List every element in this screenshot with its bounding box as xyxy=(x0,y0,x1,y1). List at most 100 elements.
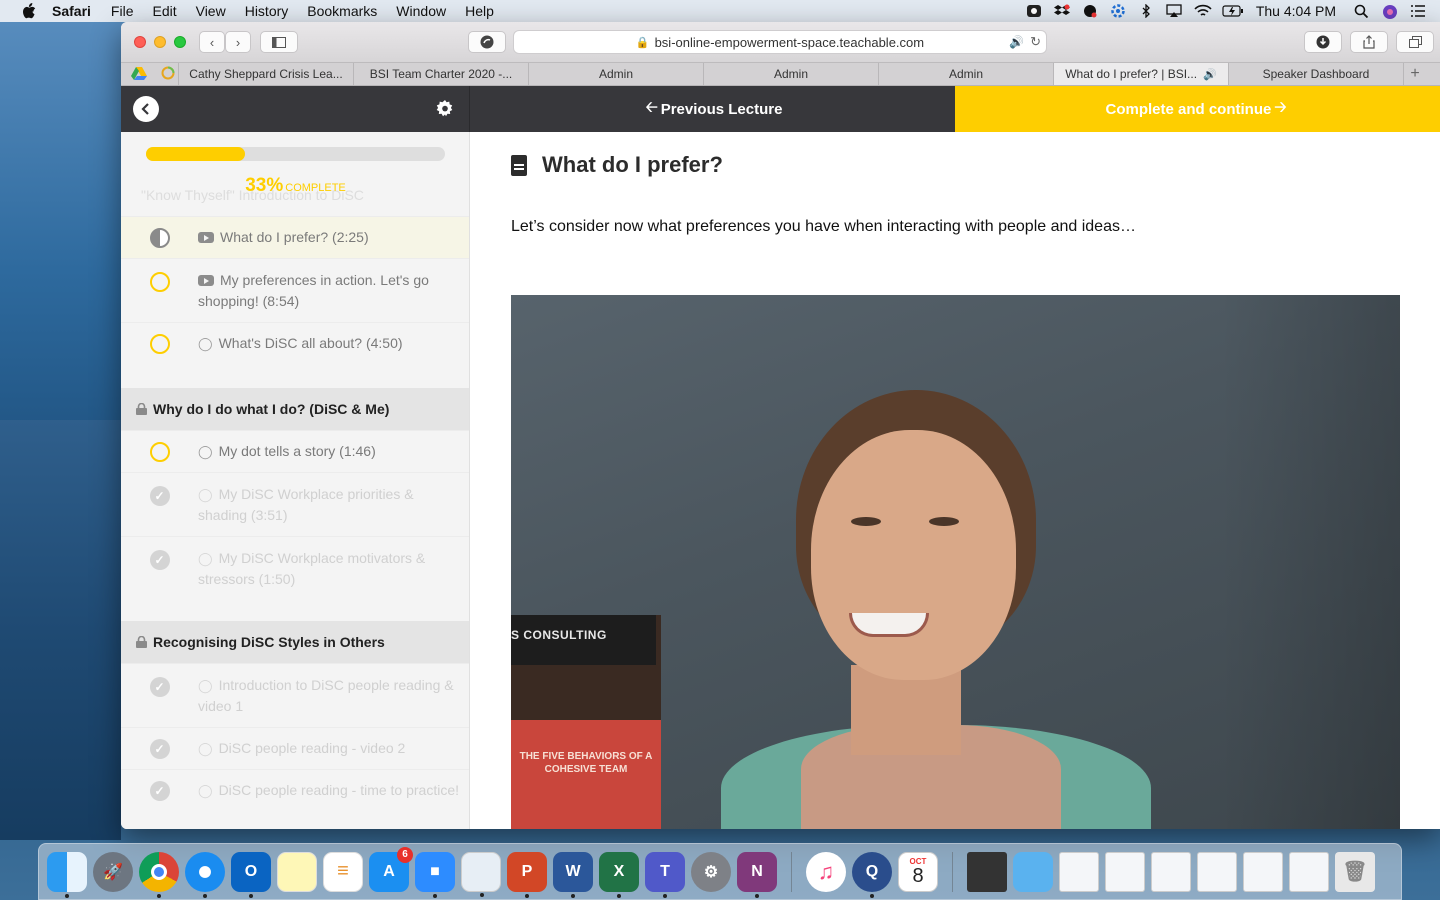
reminders-icon[interactable]: ≡ xyxy=(323,851,363,892)
tab-what-do-i-prefer[interactable]: What do I prefer? | BSI... 🔊 xyxy=(1054,63,1229,85)
word-icon[interactable]: W xyxy=(553,851,593,898)
tab-speaker-dashboard[interactable]: Speaker Dashboard xyxy=(1229,63,1404,85)
lesson-item[interactable]: My preferences in action. Let's go shopp… xyxy=(121,258,469,322)
system-preferences-icon[interactable]: ⚙ xyxy=(691,851,731,892)
previous-lecture-label: Previous Lecture xyxy=(660,100,783,118)
menu-clock[interactable]: Thu 4:04 PM xyxy=(1256,3,1336,19)
tab-team-charter[interactable]: BSI Team Charter 2020 -... xyxy=(354,63,529,85)
previous-lecture-button[interactable]: 🡠 Previous Lecture xyxy=(470,86,955,132)
dropbox-icon[interactable] xyxy=(1053,4,1070,18)
safari-icon[interactable] xyxy=(185,851,225,898)
lesson-item[interactable]: ✓ ◯ My DiSC Workplace priorities & shadin… xyxy=(121,472,469,536)
gear-icon[interactable] xyxy=(436,100,454,118)
book-cover-text: THE FIVE BEHAVIORS OF A COHESIVE TEAM xyxy=(519,751,653,775)
minimized-window-thumbnail[interactable] xyxy=(1151,851,1191,892)
forward-button[interactable]: › xyxy=(225,31,251,53)
powerpoint-icon[interactable]: P xyxy=(507,851,547,898)
spotlight-search-icon[interactable] xyxy=(1354,4,1370,19)
loading-icon[interactable] xyxy=(161,66,175,83)
menu-help[interactable]: Help xyxy=(465,3,494,19)
tab-admin-1[interactable]: Admin xyxy=(529,63,704,85)
lesson-item[interactable]: ✓ ◯ My DiSC Workplace motivators & stress… xyxy=(121,536,469,600)
menu-window[interactable]: Window xyxy=(396,3,446,19)
settings-sync-icon[interactable] xyxy=(1110,4,1126,18)
back-button[interactable]: ‹ xyxy=(199,31,225,53)
lesson-item[interactable]: What do I prefer? (2:25) xyxy=(121,216,469,258)
tab-cathy-sheppard[interactable]: Cathy Sheppard Crisis Lea... xyxy=(179,63,354,85)
tab-overview-button[interactable] xyxy=(1396,31,1434,53)
extension-icon xyxy=(480,35,494,49)
lesson-item[interactable]: ◯ What's DiSC all about? (4:50) xyxy=(121,322,469,364)
quicktime-icon[interactable]: Q xyxy=(852,851,892,898)
airplay-icon[interactable] xyxy=(1166,4,1182,18)
chevron-right-icon: › xyxy=(235,34,241,50)
chevron-left-icon xyxy=(141,103,149,115)
preview-icon[interactable] xyxy=(461,851,501,897)
menu-file[interactable]: File xyxy=(111,3,134,19)
lesson-item[interactable]: ✓ ◯ DiSC people reading - time to practic… xyxy=(121,769,469,811)
menu-view[interactable]: View xyxy=(196,3,226,19)
downloads-button[interactable] xyxy=(1304,31,1342,53)
tab-admin-3[interactable]: Admin xyxy=(879,63,1054,85)
outlook-icon[interactable]: O xyxy=(231,851,271,898)
complete-and-continue-button[interactable]: Complete and continue 🡢 xyxy=(955,86,1440,132)
tab-audio-icon[interactable]: 🔊 xyxy=(1009,35,1024,49)
siri-icon[interactable] xyxy=(1382,4,1398,19)
minimized-window-thumbnail[interactable] xyxy=(1289,851,1329,892)
sidebar-toggle-button[interactable] xyxy=(260,31,298,53)
lecture-content: What do I prefer? Let’s consider now wha… xyxy=(470,132,1440,829)
minimize-window-button[interactable] xyxy=(154,36,166,48)
tab-speaker-icon[interactable]: 🔊 xyxy=(1203,68,1217,81)
wifi-icon[interactable] xyxy=(1194,4,1212,18)
bluetooth-icon[interactable] xyxy=(1138,3,1154,19)
extension-button[interactable] xyxy=(468,31,506,53)
screen-record-icon[interactable] xyxy=(1026,4,1042,18)
launchpad-icon[interactable]: 🚀 xyxy=(93,851,133,892)
trash-icon[interactable]: 🗑 xyxy=(1335,851,1375,892)
progress-percent: 33% xyxy=(245,175,284,196)
lecture-video[interactable]: S CONSULTING THE FIVE BEHAVIORS OF A COH… xyxy=(511,295,1400,829)
menu-edit[interactable]: Edit xyxy=(152,3,176,19)
lesson-item[interactable]: ✓ ◯ Introduction to DiSC people reading &… xyxy=(121,663,469,727)
menu-app-name[interactable]: Safari xyxy=(52,3,91,19)
minimized-window-thumbnail[interactable] xyxy=(1197,851,1237,892)
zoom-icon[interactable]: ■ xyxy=(415,851,455,898)
new-tab-button[interactable]: + xyxy=(1404,63,1426,85)
menu-history[interactable]: History xyxy=(245,3,289,19)
chrome-icon[interactable] xyxy=(139,851,179,898)
google-drive-icon[interactable] xyxy=(131,66,147,83)
sync-icon[interactable] xyxy=(1082,4,1098,18)
notes-icon[interactable] xyxy=(277,851,317,892)
reload-icon[interactable]: ↻ xyxy=(1030,34,1041,50)
apple-menu-icon[interactable] xyxy=(20,2,38,20)
lesson-item[interactable]: ✓ ◯ DiSC people reading - video 2 xyxy=(121,727,469,769)
lesson-item[interactable]: ◯ My dot tells a story (1:46) xyxy=(121,430,469,472)
back-to-course-button[interactable] xyxy=(133,96,159,122)
onenote-icon[interactable]: N xyxy=(737,851,777,898)
minimized-window-thumbnail[interactable] xyxy=(967,851,1007,892)
minimized-window-thumbnail[interactable] xyxy=(1059,851,1099,892)
book-spine-text: S CONSULTING xyxy=(511,628,607,642)
notification-center-icon[interactable] xyxy=(1410,4,1426,18)
itunes-icon[interactable]: ♫ xyxy=(806,851,846,892)
address-bar[interactable]: 🔒 bsi-online-empowerment-space.teachable… xyxy=(513,30,1047,54)
calendar-icon[interactable]: OCT 8 xyxy=(898,851,938,892)
close-window-button[interactable] xyxy=(134,36,146,48)
section-title: Why do I do what I do? (DiSC & Me) xyxy=(153,401,390,417)
menu-bookmarks[interactable]: Bookmarks xyxy=(307,3,377,19)
section-title: Recognising DiSC Styles in Others xyxy=(153,634,385,650)
section-header: Why do I do what I do? (DiSC & Me) xyxy=(121,388,469,430)
share-button[interactable] xyxy=(1350,31,1388,53)
folder-icon[interactable] xyxy=(1013,851,1053,892)
minimized-window-thumbnail[interactable] xyxy=(1105,851,1145,892)
minimized-window-thumbnail[interactable] xyxy=(1243,851,1283,892)
teams-icon[interactable]: T xyxy=(645,851,685,898)
share-icon xyxy=(1363,35,1375,49)
app-store-icon[interactable]: A6 xyxy=(369,846,413,892)
excel-icon[interactable]: X xyxy=(599,851,639,898)
fullscreen-window-button[interactable] xyxy=(174,36,186,48)
lesson-label: Introduction to DiSC people reading & vi… xyxy=(198,677,454,714)
finder-icon[interactable] xyxy=(47,851,87,898)
battery-icon[interactable] xyxy=(1222,4,1243,18)
tab-admin-2[interactable]: Admin xyxy=(704,63,879,85)
